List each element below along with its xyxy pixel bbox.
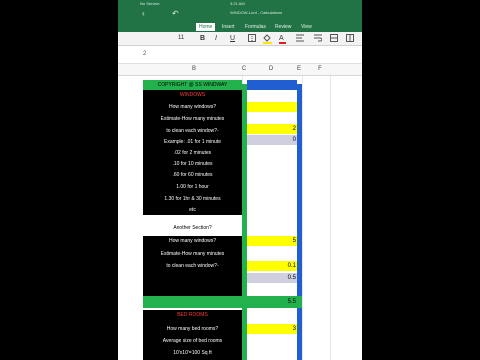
how-many-bed-rooms-label: How many bed rooms?: [166, 326, 219, 332]
ribbon-tabs: Home Insert Formulas Review View: [118, 22, 362, 32]
wrap-icon[interactable]: [314, 34, 323, 45]
another-value-result: 0.5: [287, 275, 296, 281]
value-result: 0: [292, 137, 296, 143]
tab-formulas[interactable]: Formulas: [242, 23, 269, 31]
worksheet-grid[interactable]: COPYRIGHT @ SS WINDWAY WINDOWS How many …: [118, 76, 362, 360]
blue-header-cell: [247, 80, 297, 90]
another-estimate-label: Estimate-How many minutes: [160, 251, 225, 257]
tab-review[interactable]: Review: [272, 23, 294, 31]
another-section-label: Another Section?: [143, 225, 242, 234]
back-icon[interactable]: ‹: [142, 10, 145, 18]
formula-bar[interactable]: 2: [118, 46, 362, 64]
tab-insert[interactable]: Insert: [219, 23, 238, 31]
italic-button[interactable]: I: [215, 34, 217, 43]
example-130-label: 1.30 for 1hr & 30 minutes: [164, 196, 221, 202]
example-10-label: .10 for 10 minutes: [172, 161, 213, 167]
column-header-e[interactable]: E: [294, 66, 304, 72]
sort-icon[interactable]: [330, 34, 338, 45]
align-icon[interactable]: [296, 34, 304, 45]
windows-section-title: WINDOWS: [179, 92, 206, 98]
font-color-button[interactable]: A: [279, 34, 286, 44]
font-size-select[interactable]: 11: [178, 34, 184, 43]
column-header-d[interactable]: D: [266, 66, 276, 72]
clean-each-window-label: to clean each window?-: [166, 128, 219, 134]
column-header-f[interactable]: F: [315, 66, 325, 72]
value-minutes: 2: [292, 126, 296, 132]
total-value: 5.5: [287, 299, 296, 305]
bed-rooms-title: BED ROOMS: [177, 312, 208, 318]
column-headers: B C D E F: [118, 64, 362, 76]
device-screen: No Service 3:21 AM ‹ ↶ WINDOW-Lord - Cal…: [118, 0, 362, 360]
formula-bar-value: 2: [143, 51, 147, 57]
input-cell-windows[interactable]: [247, 102, 297, 112]
example-60-label: .60 for 60 minutes: [172, 172, 213, 178]
estimate-minutes-label: Estimate-How many minutes: [160, 116, 225, 122]
example-02-label: .02 for 2 minutes: [173, 150, 212, 156]
bold-button[interactable]: B: [200, 34, 205, 43]
how-many-windows-label: How many windows?: [169, 104, 216, 110]
gridline: [330, 76, 331, 360]
tab-home[interactable]: Home: [196, 23, 216, 31]
gridline: [302, 76, 303, 360]
format-icon[interactable]: [346, 34, 354, 45]
tab-view[interactable]: View: [298, 23, 315, 31]
another-value-minutes: 0.1: [287, 263, 296, 269]
undo-icon[interactable]: ↶: [172, 10, 179, 18]
etc-label: etc: [189, 207, 196, 213]
example-label: Example: .01 for 1 minute: [164, 139, 221, 145]
another-value-windows: 5: [292, 238, 296, 244]
bed-rooms-value: 3: [292, 326, 296, 332]
ribbon-toolbar: 11 B I U A: [118, 32, 362, 46]
document-title: WINDOW-Lord - Calculations: [230, 10, 283, 15]
average-size-label: Average size of bed rooms: [162, 338, 223, 344]
title-bar: No Service 3:21 AM ‹ ↶ WINDOW-Lord - Cal…: [118, 0, 362, 22]
column-d-blue-border: [297, 84, 302, 360]
font-color-letter: A: [279, 35, 284, 42]
another-clean-label: to clean each window?-: [166, 263, 219, 269]
dimensions-label: 10'x10'=100 Sq ft: [173, 350, 212, 356]
borders-icon[interactable]: [248, 34, 256, 45]
carrier-label: No Service: [140, 1, 160, 6]
example-100-label: 1.00 for 1 hour: [176, 184, 209, 190]
copyright-text: COPYRIGHT @ SS WINDWAY: [157, 82, 228, 88]
clock: 3:21 AM: [230, 1, 245, 6]
column-header-c[interactable]: C: [239, 66, 249, 72]
another-how-many-label: How many windows?: [169, 238, 216, 244]
underline-button[interactable]: U: [230, 34, 235, 43]
column-header-b[interactable]: B: [188, 66, 200, 72]
